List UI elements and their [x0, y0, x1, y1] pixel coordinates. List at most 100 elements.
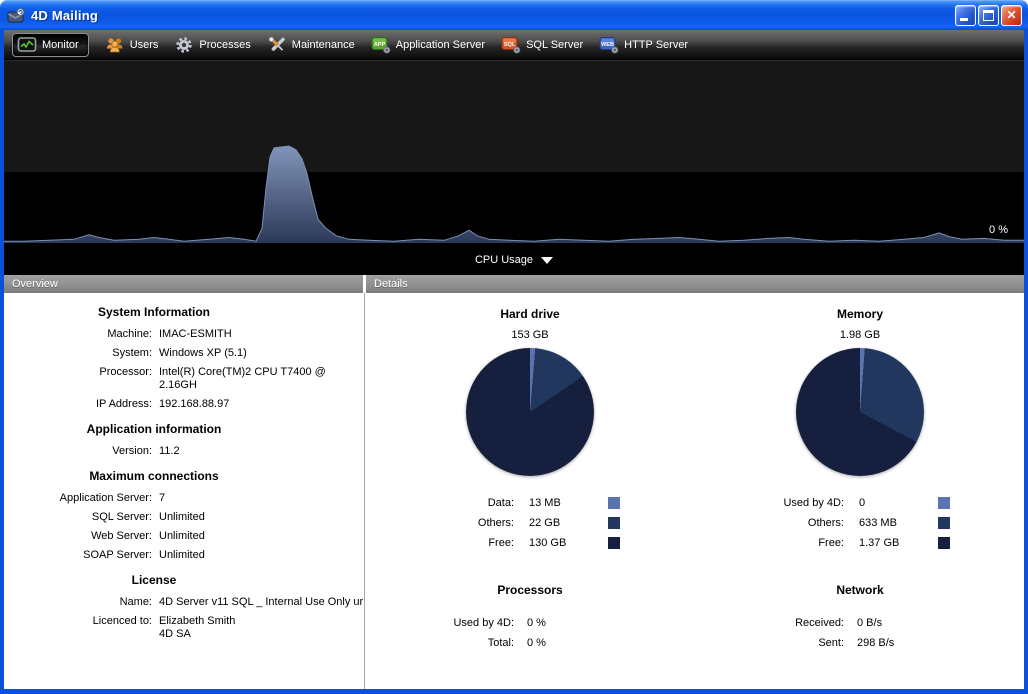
application-server-icon: APP [371, 36, 391, 54]
svg-text:WEB: WEB [601, 41, 614, 47]
toolbar-button-monitor[interactable]: Monitor [12, 33, 89, 57]
row-value: 298 B/s [857, 637, 1024, 649]
minimize-button[interactable] [955, 5, 976, 26]
legend-label: Data: [365, 497, 514, 509]
toolbar-button-application-server[interactable]: APP Application Server [371, 36, 485, 54]
hard-drive-legend: Data: 13 MB Others: 22 GB Free: [365, 493, 695, 553]
network-row-received: Received: 0 B/s [695, 613, 1024, 633]
legend-value: 0 [859, 497, 923, 509]
wrench-icon [267, 36, 287, 54]
memory-title: Memory [695, 307, 1024, 321]
details-header: Details [366, 275, 1024, 293]
chevron-down-icon [541, 257, 553, 264]
section-title-application-information: Application information [4, 422, 304, 436]
toolbar-button-processes[interactable]: Processes [174, 36, 250, 54]
row-value: 7 [159, 492, 364, 505]
toolbar-button-maintenance[interactable]: Maintenance [267, 36, 355, 54]
cpu-current-value: 0 % [989, 224, 1008, 236]
row-label: SOAP Server: [4, 549, 152, 562]
window-controls: ✕ [955, 5, 1022, 26]
network-block: Network Received: 0 B/s Sent: 298 B/s [695, 553, 1024, 653]
toolbar: Monitor Users Processes [4, 30, 1024, 60]
memory-block: Memory 1.98 GB Used by 4D: 0 Others: [695, 295, 1024, 553]
info-row-sql-server: SQL Server: Unlimited [4, 511, 364, 524]
row-value: Unlimited [159, 530, 364, 543]
legend-row-free: Free: 1.37 GB [695, 533, 1024, 553]
row-label: Application Server: [4, 492, 152, 505]
overview-panel: System Information Machine: IMAC-ESMITH … [4, 293, 365, 689]
row-value: 0 % [527, 637, 695, 649]
processors-title: Processors [365, 583, 695, 597]
toolbar-label: Application Server [396, 39, 485, 51]
legend-label: Others: [365, 517, 514, 529]
toolbar-button-users[interactable]: Users [105, 36, 159, 54]
row-value: Elizabeth Smith 4D SA [159, 615, 364, 641]
gear-icon [174, 36, 194, 54]
row-value: Unlimited [159, 549, 364, 562]
row-value: IMAC-ESMITH [159, 328, 364, 341]
cpu-usage-graph: 0 % [4, 60, 1024, 245]
toolbar-button-http-server[interactable]: WEB HTTP Server [599, 36, 688, 54]
row-label: Web Server: [4, 530, 152, 543]
legend-value: 130 GB [529, 537, 593, 549]
legend-swatch [608, 537, 620, 549]
legend-value: 13 MB [529, 497, 593, 509]
toolbar-label: HTTP Server [624, 39, 688, 51]
row-label: Name: [4, 596, 152, 609]
legend-row-free: Free: 130 GB [365, 533, 695, 553]
legend-label: Free: [695, 537, 844, 549]
minimize-icon [960, 18, 968, 21]
legend-label: Others: [695, 517, 844, 529]
row-label: System: [4, 347, 152, 360]
section-title-license: License [4, 573, 304, 587]
panel-headers: Overview Details [4, 275, 1024, 293]
legend-value: 1.37 GB [859, 537, 923, 549]
memory-legend: Used by 4D: 0 Others: 633 MB Free: [695, 493, 1024, 553]
overview-header: Overview [4, 275, 363, 293]
app-icon [7, 7, 26, 24]
hard-drive-total: 153 GB [365, 329, 695, 341]
app-window: 4D Mailing ✕ Monitor [0, 0, 1028, 694]
info-row-ip-address: IP Address: 192.168.88.97 [4, 398, 364, 411]
legend-swatch [938, 497, 950, 509]
maximize-button[interactable] [978, 5, 999, 26]
row-label: Machine: [4, 328, 152, 341]
toolbar-label: Processes [199, 39, 250, 51]
toolbar-label: SQL Server [526, 39, 583, 51]
legend-row-others: Others: 633 MB [695, 513, 1024, 533]
toolbar-button-sql-server[interactable]: SQL SQL Server [501, 36, 583, 54]
close-button[interactable]: ✕ [1001, 5, 1022, 26]
row-value: 0 % [527, 617, 695, 629]
http-server-icon: WEB [599, 36, 619, 54]
memory-total: 1.98 GB [695, 329, 1024, 341]
row-label: Total: [365, 637, 514, 649]
close-icon: ✕ [1002, 6, 1021, 25]
section-title-maximum-connections: Maximum connections [4, 469, 304, 483]
legend-row-others: Others: 22 GB [365, 513, 695, 533]
info-row-licenced-to: Licenced to: Elizabeth Smith 4D SA [4, 615, 364, 641]
legend-swatch [608, 497, 620, 509]
licensee-name: Elizabeth Smith [159, 615, 235, 627]
row-value: 0 B/s [857, 617, 1024, 629]
info-row-license-name: Name: 4D Server v11 SQL _ Internal Use O… [4, 596, 364, 609]
graph-source-selector[interactable]: CPU Usage [4, 245, 1024, 275]
details-panel: Hard drive 153 GB Data: 13 MB Others: [365, 293, 1024, 689]
row-label: Received: [695, 617, 844, 629]
svg-text:APP: APP [374, 41, 386, 47]
licensee-company: 4D SA [159, 628, 364, 641]
graph-source-label: CPU Usage [475, 254, 533, 266]
legend-swatch [938, 537, 950, 549]
hard-drive-pie-chart [466, 348, 594, 476]
row-value: 4D Server v11 SQL _ Internal Use Only ur [159, 596, 364, 609]
row-label: Licenced to: [4, 615, 152, 641]
legend-label: Used by 4D: [695, 497, 844, 509]
legend-row-data: Data: 13 MB [365, 493, 695, 513]
row-value: Intel(R) Core(TM)2 CPU T7400 @ 2.16GH [159, 366, 364, 392]
hard-drive-title: Hard drive [365, 307, 695, 321]
row-value: Windows XP (5.1) [159, 347, 364, 360]
sql-server-icon: SQL [501, 36, 521, 54]
toolbar-label: Monitor [42, 39, 79, 51]
titlebar[interactable]: 4D Mailing ✕ [0, 0, 1028, 30]
legend-label: Free: [365, 537, 514, 549]
row-value: 11.2 [159, 445, 364, 458]
